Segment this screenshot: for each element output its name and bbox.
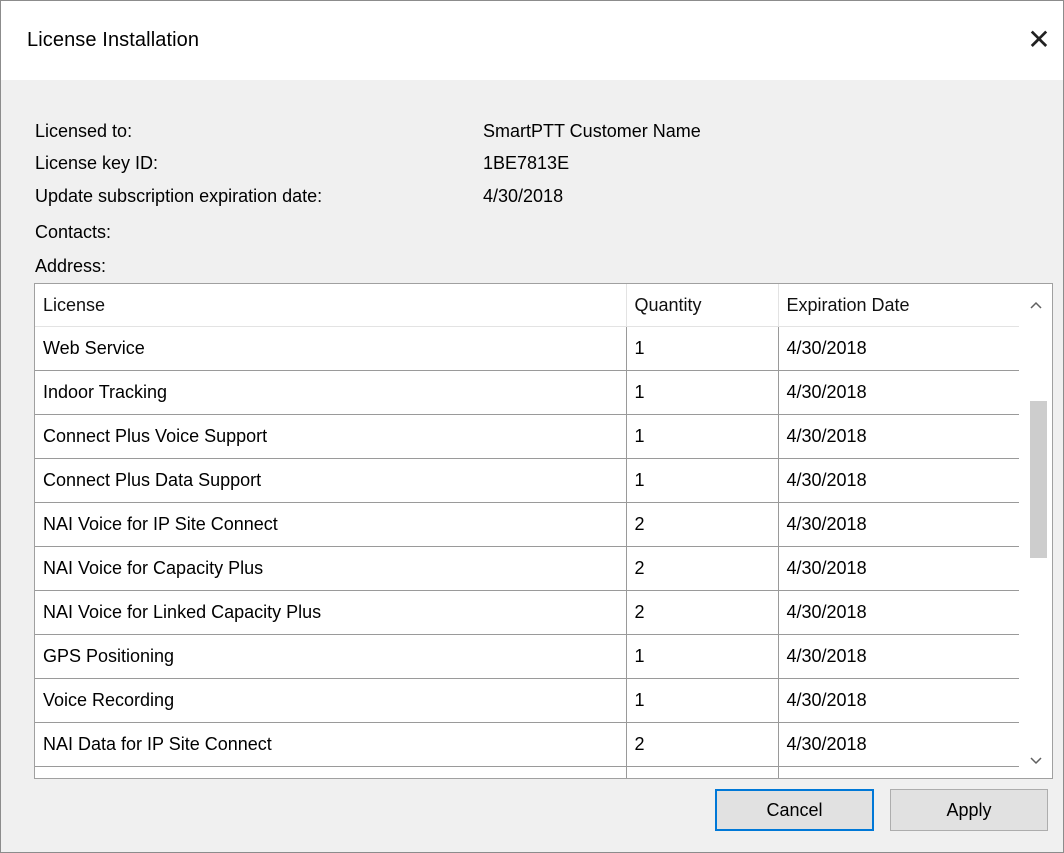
license-cell: [35, 766, 627, 778]
license-cell: NAI Voice for Linked Capacity Plus: [35, 590, 627, 635]
scroll-thumb[interactable]: [1030, 401, 1047, 558]
table-row[interactable]: Indoor Tracking 1 4/30/2018: [35, 370, 1020, 415]
table-row[interactable]: NAI Data for IP Site Connect 2 4/30/2018: [35, 722, 1020, 767]
quantity-cell: 1: [626, 634, 779, 679]
table-row[interactable]: Web Service 1 4/30/2018: [35, 326, 1020, 371]
table-row[interactable]: NAI Voice for Linked Capacity Plus 2 4/3…: [35, 590, 1020, 635]
license-grid: License Quantity Expiration Date Web Ser…: [35, 284, 1020, 778]
address-label: Address:: [35, 256, 107, 276]
expiration-cell: 4/30/2018: [778, 502, 1020, 547]
apply-button[interactable]: Apply: [890, 789, 1048, 831]
table-row[interactable]: Voice Recording 1 4/30/2018: [35, 678, 1020, 723]
expiration-cell: 4/30/2018: [778, 326, 1020, 371]
license-cell: NAI Voice for IP Site Connect: [35, 502, 627, 547]
license-cell: Indoor Tracking: [35, 370, 627, 415]
license-installation-dialog: License Installation ✕ Licensed to: Smar…: [0, 0, 1064, 853]
table-row[interactable]: [35, 766, 1020, 778]
license-cell: Voice Recording: [35, 678, 627, 723]
scroll-up-icon[interactable]: [1019, 288, 1052, 322]
subscription-expiration-value: 4/30/2018: [483, 186, 564, 206]
expiration-cell: 4/30/2018: [778, 458, 1020, 503]
license-key-id-value: 1BE7813E: [483, 153, 570, 173]
quantity-cell: 2: [626, 590, 779, 635]
license-cell: Connect Plus Voice Support: [35, 414, 627, 459]
table-header-row: License Quantity Expiration Date: [35, 284, 1020, 327]
license-cell: GPS Positioning: [35, 634, 627, 679]
expiration-cell: 4/30/2018: [778, 634, 1020, 679]
table-row[interactable]: NAI Voice for IP Site Connect 2 4/30/201…: [35, 502, 1020, 547]
licensed-to-value: SmartPTT Customer Name: [483, 121, 701, 141]
close-icon[interactable]: ✕: [1019, 19, 1059, 59]
quantity-cell: 2: [626, 722, 779, 767]
vertical-scrollbar[interactable]: [1019, 284, 1052, 778]
license-cell: NAI Voice for Capacity Plus: [35, 546, 627, 591]
table-row[interactable]: NAI Voice for Capacity Plus 2 4/30/2018: [35, 546, 1020, 591]
license-cell: Connect Plus Data Support: [35, 458, 627, 503]
expiration-cell: 4/30/2018: [778, 370, 1020, 415]
quantity-cell: 2: [626, 546, 779, 591]
quantity-cell: 1: [626, 458, 779, 503]
table-row[interactable]: Connect Plus Voice Support 1 4/30/2018: [35, 414, 1020, 459]
expiration-cell: 4/30/2018: [778, 722, 1020, 767]
expiration-cell: 4/30/2018: [778, 546, 1020, 591]
cancel-button[interactable]: Cancel: [715, 789, 874, 831]
license-key-id-label: License key ID:: [35, 153, 159, 173]
column-header-quantity[interactable]: Quantity: [626, 284, 779, 327]
quantity-cell: [626, 766, 779, 778]
quantity-cell: 2: [626, 502, 779, 547]
expiration-cell: [778, 766, 1020, 778]
expiration-cell: 4/30/2018: [778, 414, 1020, 459]
quantity-cell: 1: [626, 678, 779, 723]
licensed-to-label: Licensed to:: [35, 121, 133, 141]
contacts-label: Contacts:: [35, 222, 112, 242]
license-table[interactable]: License Quantity Expiration Date Web Ser…: [34, 283, 1053, 779]
subscription-expiration-label: Update subscription expiration date:: [35, 186, 323, 206]
license-cell: NAI Data for IP Site Connect: [35, 722, 627, 767]
table-row[interactable]: Connect Plus Data Support 1 4/30/2018: [35, 458, 1020, 503]
column-header-expiration-date[interactable]: Expiration Date: [778, 284, 1020, 327]
quantity-cell: 1: [626, 370, 779, 415]
license-cell: Web Service: [35, 326, 627, 371]
column-header-license[interactable]: License: [35, 284, 627, 327]
title-bar: License Installation ✕: [1, 1, 1063, 80]
table-row[interactable]: GPS Positioning 1 4/30/2018: [35, 634, 1020, 679]
scroll-down-icon[interactable]: [1019, 744, 1052, 778]
dialog-title: License Installation: [27, 29, 200, 51]
quantity-cell: 1: [626, 414, 779, 459]
scroll-track[interactable]: [1019, 322, 1052, 744]
quantity-cell: 1: [626, 326, 779, 371]
expiration-cell: 4/30/2018: [778, 678, 1020, 723]
expiration-cell: 4/30/2018: [778, 590, 1020, 635]
